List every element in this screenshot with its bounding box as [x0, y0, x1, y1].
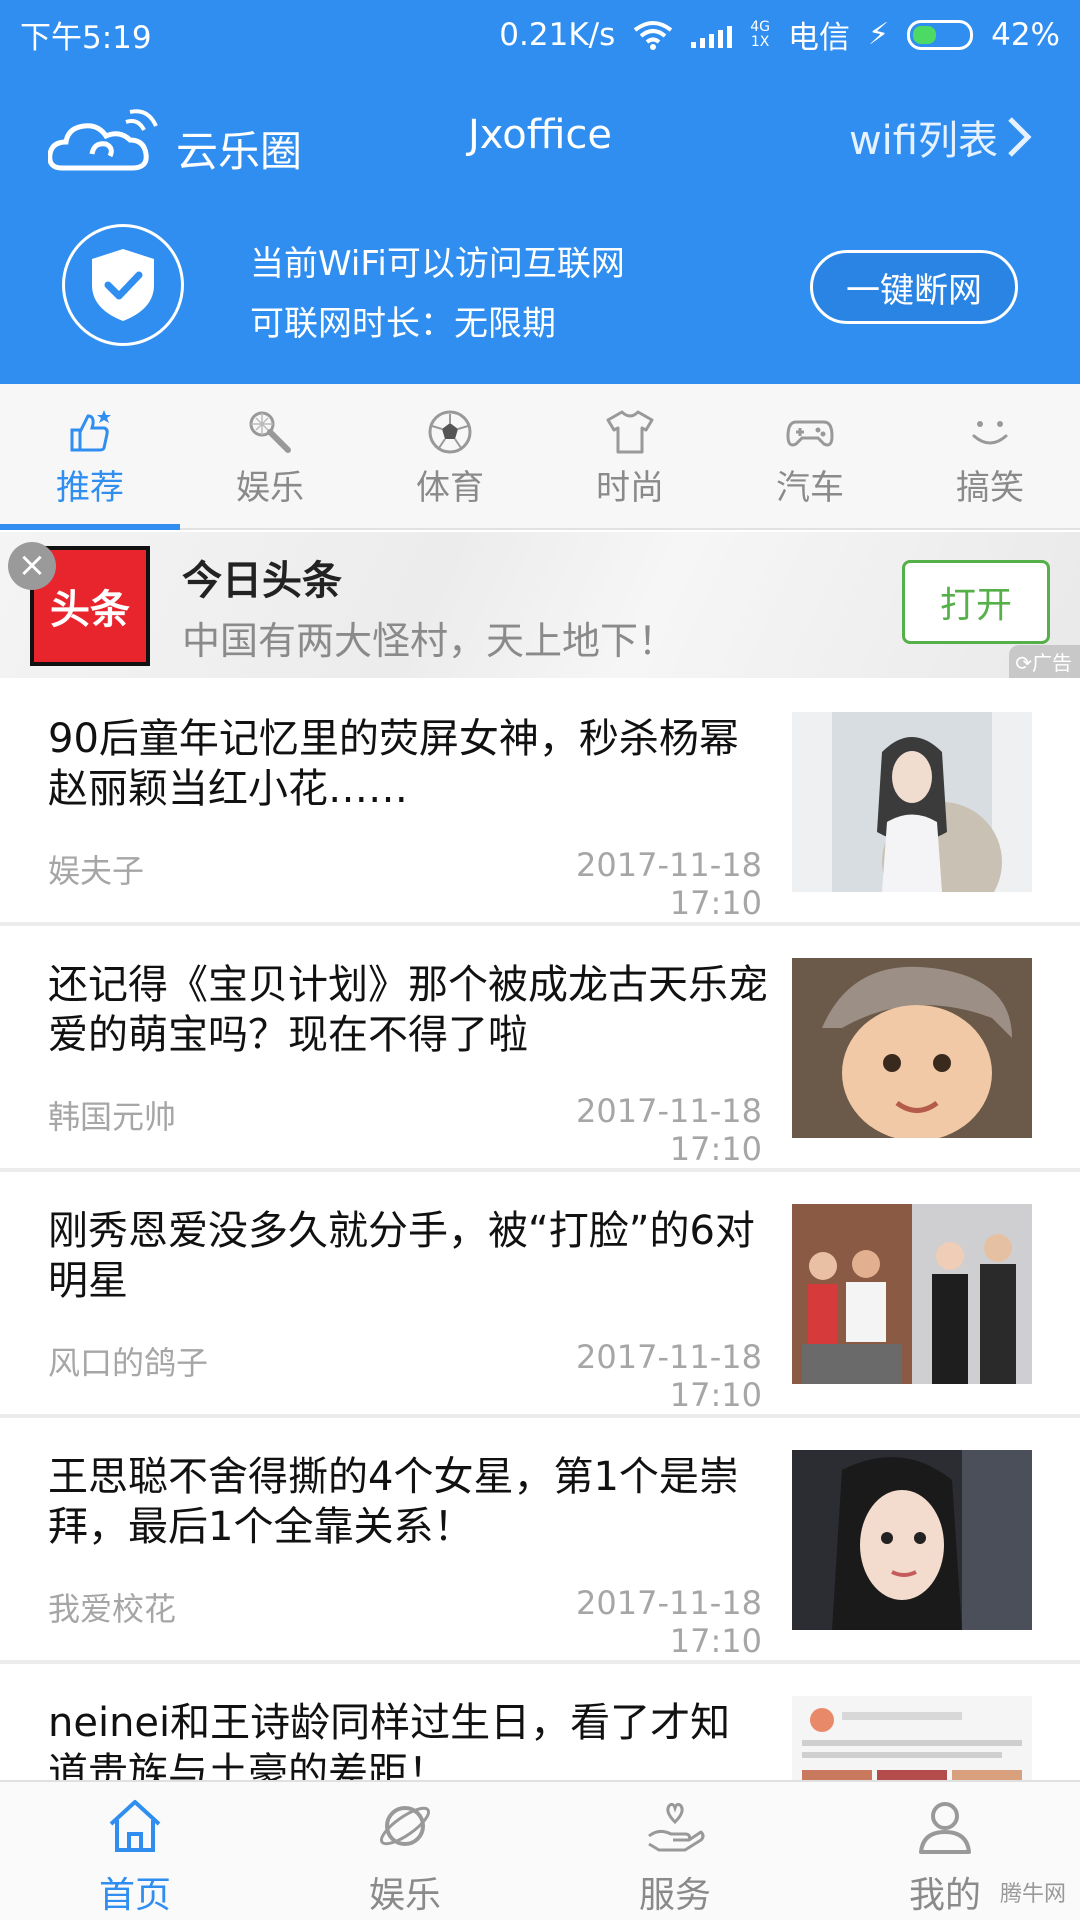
news-title: 还记得《宝贝计划》那个被成龙古天乐宠爱的萌宝吗？现在不得了啦 — [48, 962, 768, 1058]
news-time: 2017-11-18 17:10 — [576, 846, 762, 922]
disconnect-button[interactable]: 一键断网 — [810, 250, 1018, 324]
news-title: 刚秀恩爱没多久就分手，被“打脸”的6对明星 — [48, 1208, 755, 1304]
charging-icon: ⚡ — [868, 17, 890, 52]
tab-label: 搞笑 — [956, 468, 1024, 508]
news-list: 90后童年记忆里的荧屏女神，秒杀杨幂赵丽颖当红小花…… 娱夫子 2017-11-… — [0, 680, 1080, 1780]
news-thumbnail — [792, 712, 1032, 892]
news-item[interactable]: 王思聪不舍得撕的4个女星，第1个是崇拜，最后1个全靠关系！ 我爱校花 2017-… — [0, 1418, 1080, 1664]
news-thumbnail — [792, 958, 1032, 1138]
battery-icon — [907, 19, 974, 50]
soccer-ball-icon — [428, 410, 472, 454]
tab-funny[interactable]: 搞笑 — [900, 384, 1080, 530]
nav-services[interactable]: 服务 — [540, 1782, 810, 1922]
bottom-navigation: 首页 娱乐 服务 我的 — [0, 1780, 1080, 1920]
wifi-status-text: 当前WiFi可以访问互联网 — [250, 244, 625, 284]
tab-cars[interactable]: 汽车 — [720, 384, 900, 530]
planet-icon — [379, 1806, 431, 1846]
shield-check-icon — [92, 249, 154, 321]
news-item[interactable]: neinei和王诗龄同样过生日，看了才知道贵族与土豪的差距！ — [0, 1664, 1080, 1780]
heart-hand-icon — [648, 1802, 705, 1852]
ad-description: 中国有两大怪村，天上地下！ — [182, 619, 677, 663]
close-icon[interactable]: × — [8, 542, 56, 590]
app-header: 下午5:19 0.21K/s 4G 1X 电信 ⚡ 42% 云乐圈 Jxoffi… — [0, 0, 1080, 384]
status-time: 下午5:19 — [20, 20, 152, 56]
status-bar: 下午5:19 0.21K/s 4G 1X 电信 ⚡ 42% — [0, 0, 1080, 64]
tab-label: 汽车 — [776, 468, 844, 508]
tab-fashion[interactable]: 时尚 — [540, 384, 720, 530]
wifi-list-label: wifi列表 — [848, 118, 998, 164]
news-source: 韩国元帅 — [48, 1098, 177, 1136]
tab-sports[interactable]: 体育 — [360, 384, 540, 530]
ad-badge: ⟳广告 — [1009, 645, 1080, 678]
online-duration-text: 可联网时长：无限期 — [250, 304, 556, 344]
nav-entertainment[interactable]: 娱乐 — [270, 1782, 540, 1922]
news-thumbnail — [792, 1450, 1032, 1630]
news-source: 我爱校花 — [48, 1590, 177, 1628]
tab-recommend[interactable]: 推荐 — [0, 384, 180, 530]
news-source: 娱夫子 — [48, 852, 145, 890]
news-item[interactable]: 刚秀恩爱没多久就分手，被“打脸”的6对明星 风口的鸽子 2017-11-18 1… — [0, 1172, 1080, 1418]
ad-banner[interactable]: 头条 × 今日头条 中国有两大怪村，天上地下！ 打开 ⟳广告 — [0, 532, 1080, 678]
news-thumbnail — [792, 1696, 1032, 1780]
refresh-icon: ⟳ — [1015, 651, 1032, 675]
news-time: 2017-11-18 17:10 — [576, 1092, 762, 1168]
gamepad-icon — [786, 420, 834, 447]
chevron-right-icon — [1008, 117, 1032, 157]
news-time: 2017-11-18 17:10 — [576, 1584, 762, 1660]
user-icon — [919, 1802, 971, 1854]
battery-percent: 42% — [991, 16, 1060, 53]
nav-label: 服务 — [638, 1875, 711, 1916]
watermark: 腾牛网 — [999, 1882, 1066, 1907]
smile-icon — [972, 421, 1008, 445]
open-button[interactable]: 打开 — [902, 560, 1050, 644]
thumbs-up-icon — [70, 410, 111, 452]
network-speed: 0.21K/s — [499, 16, 616, 53]
category-tabs: 推荐 娱乐 体育 时尚 汽车 搞笑 — [0, 384, 1080, 530]
news-item[interactable]: 还记得《宝贝计划》那个被成龙古天乐宠爱的萌宝吗？现在不得了啦 韩国元帅 2017… — [0, 926, 1080, 1172]
ad-title: 今日头条 — [182, 558, 342, 604]
carrier-label: 电信 — [788, 20, 851, 56]
tab-label: 体育 — [416, 468, 484, 508]
tab-entertainment[interactable]: 娱乐 — [180, 384, 360, 530]
news-time: 2017-11-18 17:10 — [576, 1338, 762, 1414]
microphone-icon — [249, 411, 291, 453]
wifi-list-link[interactable]: wifi列表 — [849, 108, 1032, 166]
news-thumbnail — [792, 1204, 1032, 1384]
tab-label: 推荐 — [56, 468, 124, 508]
tab-label: 时尚 — [596, 468, 664, 508]
wifi-signal-icon — [634, 20, 673, 50]
news-item[interactable]: 90后童年记忆里的荧屏女神，秒杀杨幂赵丽颖当红小花…… 娱夫子 2017-11-… — [0, 680, 1080, 926]
network-type-4g: 4G — [750, 18, 771, 35]
nav-label: 首页 — [98, 1875, 171, 1916]
tshirt-icon — [606, 410, 654, 454]
news-title: neinei和王诗龄同样过生日，看了才知道贵族与土豪的差距！ — [48, 1700, 731, 1780]
cell-signal-icon — [691, 22, 733, 48]
network-type-1x: 1X — [750, 33, 770, 50]
nav-label: 娱乐 — [368, 1875, 441, 1916]
shield-badge — [62, 224, 184, 346]
news-title: 王思聪不舍得撕的4个女星，第1个是崇拜，最后1个全靠关系！ — [48, 1454, 739, 1550]
active-tab-indicator — [0, 524, 180, 530]
news-source: 风口的鸽子 — [48, 1344, 209, 1382]
nav-home[interactable]: 首页 — [0, 1782, 270, 1922]
tab-label: 娱乐 — [236, 468, 304, 508]
news-title: 90后童年记忆里的荧屏女神，秒杀杨幂赵丽颖当红小花…… — [48, 716, 739, 812]
home-icon — [109, 1800, 161, 1852]
